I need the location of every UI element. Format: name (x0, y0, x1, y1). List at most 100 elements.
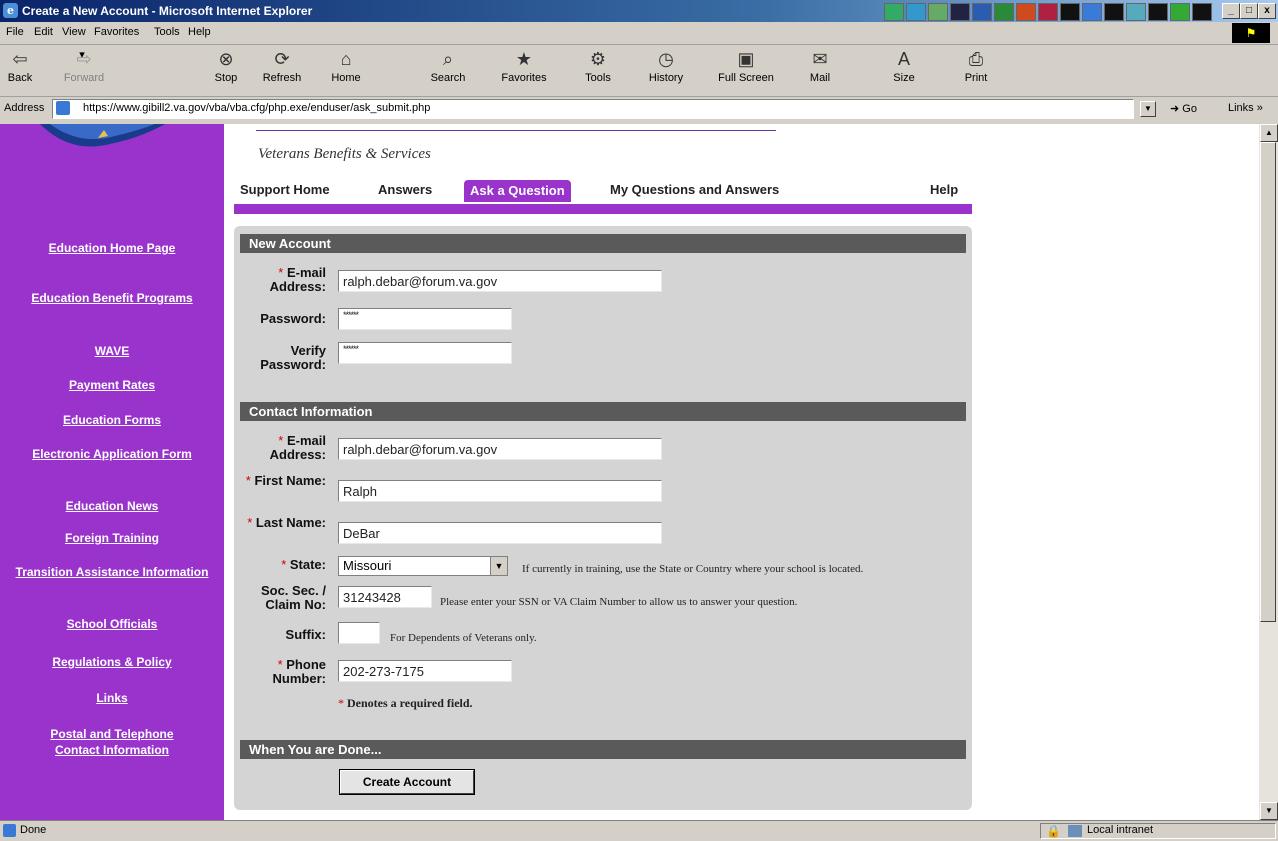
scrollbar-thumb[interactable] (1260, 142, 1276, 622)
verify-password-label: Verify Password: (260, 343, 326, 372)
vertical-scrollbar[interactable]: ▲ ▼ (1259, 124, 1278, 820)
sidebar: Education Home Page Education Benefit Pr… (0, 124, 224, 820)
site-name: Veterans Benefits & Services (258, 146, 431, 162)
address-label: Address (4, 102, 45, 114)
menu-view[interactable]: View (62, 26, 86, 38)
password-input[interactable]: ****** (338, 308, 512, 330)
contact-email-input[interactable]: ralph.debar@forum.va.gov (338, 438, 662, 460)
excel-icon[interactable] (994, 3, 1014, 21)
sidebar-item-postal-telephone-contact[interactable]: Postal and Telephone Contact Information (0, 726, 224, 758)
tools-button[interactable]: ⚙ Tools (568, 48, 628, 84)
menu-edit[interactable]: Edit (34, 26, 53, 38)
search-button[interactable]: ⌕ Search (418, 48, 478, 84)
va-logo-icon (40, 124, 165, 147)
forward-arrow-icon: ⇨ (76, 49, 92, 69)
new-account-email-label: * E-mail Address: (269, 265, 326, 294)
menu-file[interactable]: File (6, 26, 24, 38)
ie-icon: e (3, 3, 18, 18)
required-asterisk: * (281, 557, 287, 572)
address-url: https://www.gibill2.va.gov/vba/vba.cfg/p… (83, 102, 431, 114)
last-name-label: * Last Name: (247, 515, 326, 530)
sidebar-item-education-forms[interactable]: Education Forms (0, 412, 224, 428)
forward-button[interactable]: ⇨ Forward (54, 48, 114, 84)
tray-app-icon[interactable] (928, 3, 948, 21)
sidebar-item-education-home[interactable]: Education Home Page (0, 240, 224, 256)
back-arrow-icon: ⇦ (12, 49, 28, 69)
banner-rule (256, 130, 776, 131)
stop-button[interactable]: ⊗ Stop (196, 48, 256, 84)
close-button[interactable]: x (1258, 3, 1276, 19)
tray-app-icon[interactable] (950, 3, 970, 21)
links-button[interactable]: Links » (1228, 102, 1263, 114)
size-button[interactable]: A Size (874, 48, 934, 84)
tray-app-icon[interactable] (884, 3, 904, 21)
maximize-button[interactable]: □ (1240, 3, 1258, 19)
verify-password-input[interactable]: ****** (338, 342, 512, 364)
menu-tools[interactable]: Tools (154, 26, 180, 38)
phone-label: * Phone Number: (272, 657, 326, 686)
contact-email-label: * E-mail Address: (269, 433, 326, 462)
sidebar-item-payment-rates[interactable]: Payment Rates (0, 377, 224, 393)
home-button[interactable]: ⌂ Home (316, 48, 376, 84)
tray-app-icon[interactable] (1126, 3, 1146, 21)
tab-ask-a-question[interactable]: Ask a Question (464, 180, 571, 202)
sidebar-item-benefit-programs[interactable]: Education Benefit Programs (0, 290, 224, 306)
minimize-button[interactable]: _ (1222, 3, 1240, 19)
ssn-input[interactable]: 31243428 (338, 586, 432, 608)
state-select[interactable]: Missouri ▼ (338, 556, 508, 576)
tray-app-icon[interactable] (1104, 3, 1124, 21)
home-icon: ⌂ (340, 49, 352, 69)
address-input[interactable]: https://www.gibill2.va.gov/vba/vba.cfg/p… (52, 99, 1134, 119)
stop-icon: ⊗ (218, 49, 234, 69)
tray-app-icon[interactable] (906, 3, 926, 21)
tab-support-home[interactable]: Support Home (240, 182, 330, 202)
page-content: Education Home Page Education Benefit Pr… (0, 124, 1259, 820)
last-name-input[interactable]: DeBar (338, 522, 662, 544)
ssn-label: Soc. Sec. / Claim No: (260, 583, 326, 612)
menu-help[interactable]: Help (188, 26, 211, 38)
back-button[interactable]: ⇦ Back (0, 48, 50, 84)
tab-help[interactable]: Help (930, 182, 958, 202)
chevron-down-icon[interactable]: ▼ (490, 557, 507, 575)
address-dropdown-icon[interactable]: ▼ (1140, 101, 1156, 117)
favorites-button[interactable]: ★ Favorites (494, 48, 554, 84)
go-button[interactable]: ➜ Go (1170, 102, 1197, 115)
tray-app-icon[interactable] (1082, 3, 1102, 21)
print-button[interactable]: ⎙ Print (946, 48, 1006, 84)
sidebar-item-wave[interactable]: WAVE (0, 343, 224, 359)
window-title: Create a New Account - Microsoft Interne… (22, 4, 313, 18)
sidebar-item-electronic-application[interactable]: Electronic Application Form (0, 446, 224, 462)
printer-icon: ⎙ (968, 49, 984, 69)
required-asterisk: * (278, 433, 284, 448)
refresh-button[interactable]: ⟳ Refresh (252, 48, 312, 84)
history-button[interactable]: ◷ History (636, 48, 696, 84)
word-icon[interactable] (972, 3, 992, 21)
tray-app-icon[interactable] (1060, 3, 1080, 21)
sidebar-item-links[interactable]: Links (0, 690, 224, 706)
tray-app-icon[interactable] (1170, 3, 1190, 21)
sidebar-item-regulations-policy[interactable]: Regulations & Policy (0, 654, 224, 670)
sidebar-item-foreign-training[interactable]: Foreign Training (0, 530, 224, 546)
suffix-input[interactable] (338, 622, 380, 644)
phone-input[interactable]: 202-273-7175 (338, 660, 512, 682)
scroll-down-arrow-icon[interactable]: ▼ (1260, 802, 1278, 820)
tab-my-questions-answers[interactable]: My Questions and Answers (610, 182, 779, 202)
sidebar-item-school-officials[interactable]: School Officials (0, 616, 224, 632)
access-icon[interactable] (1038, 3, 1058, 21)
create-account-button[interactable]: Create Account (339, 769, 475, 795)
tab-answers[interactable]: Answers (378, 182, 432, 202)
sidebar-item-transition-assistance[interactable]: Transition Assistance Information (0, 564, 224, 580)
first-name-input[interactable]: Ralph (338, 480, 662, 502)
favorites-icon: ★ (515, 49, 533, 69)
fullscreen-button[interactable]: ▣ Full Screen (716, 48, 776, 84)
sidebar-item-education-news[interactable]: Education News (0, 498, 224, 514)
scroll-up-arrow-icon[interactable]: ▲ (1260, 124, 1278, 142)
mail-button[interactable]: ✉ Mail (790, 48, 850, 84)
tray-app-icon[interactable] (1192, 3, 1212, 21)
tab-bar: Support Home Answers Ask a Question My Q… (234, 178, 972, 204)
menu-favorites[interactable]: Favorites (94, 26, 139, 38)
state-label: * State: (281, 557, 326, 572)
new-account-email-input[interactable]: ralph.debar@forum.va.gov (338, 270, 662, 292)
powerpoint-icon[interactable] (1016, 3, 1036, 21)
tray-app-icon[interactable] (1148, 3, 1168, 21)
